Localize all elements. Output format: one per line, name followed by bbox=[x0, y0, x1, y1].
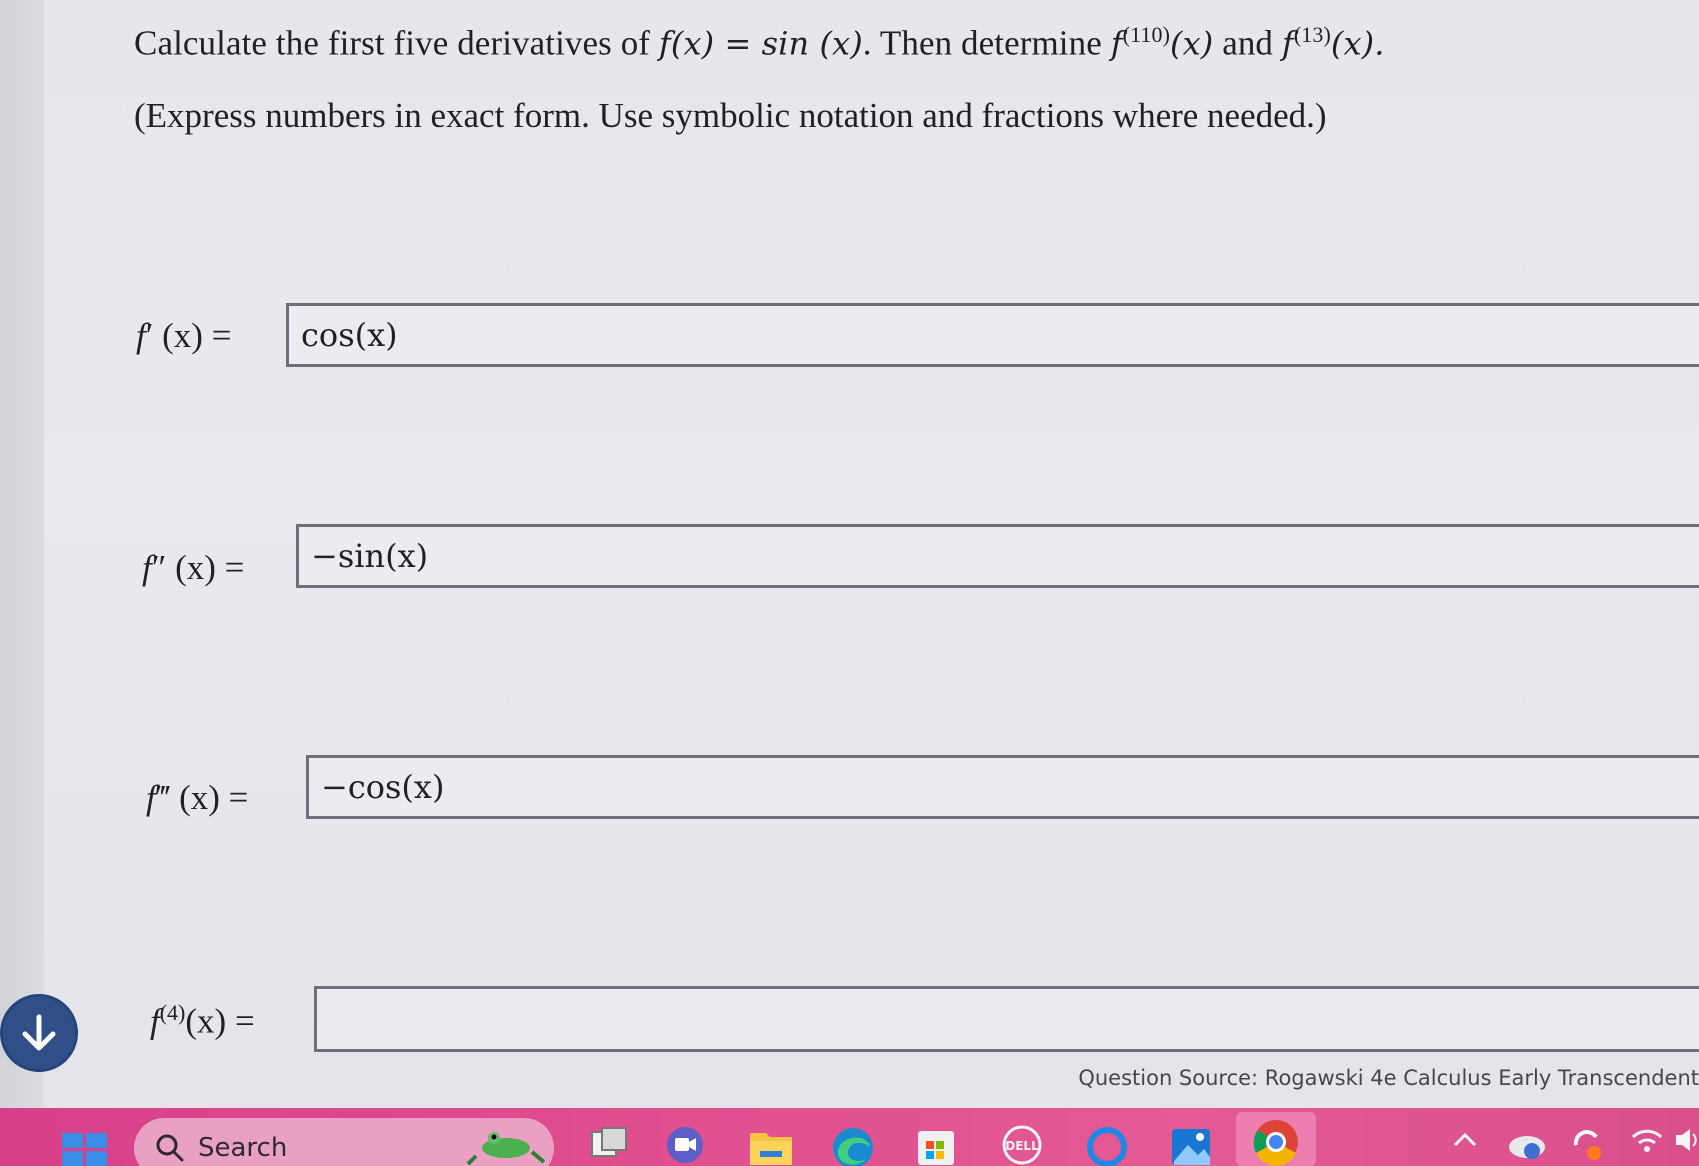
refresh-icon[interactable] bbox=[1568, 1125, 1606, 1166]
first-derivative-value: cos(x) bbox=[301, 316, 398, 354]
left-margin-strip bbox=[0, 0, 45, 1108]
search-icon bbox=[156, 1134, 184, 1162]
question-middle: . Then determine bbox=[862, 23, 1111, 63]
label-third-derivative: f‴ (x) = bbox=[146, 778, 249, 817]
file-explorer-icon[interactable] bbox=[748, 1125, 794, 1166]
label-fourth-derivative: f(4)(x) = bbox=[150, 1000, 255, 1041]
cortana-icon[interactable] bbox=[1084, 1125, 1130, 1166]
third-derivative-input[interactable]: −cos(x) bbox=[306, 755, 1699, 819]
wifi-icon[interactable] bbox=[1630, 1125, 1664, 1166]
f110-arg: (x) bbox=[1170, 24, 1214, 63]
label-first-derivative: f′ (x) = bbox=[136, 316, 232, 355]
chrome-icon bbox=[1253, 1120, 1298, 1166]
chevron-up-icon[interactable] bbox=[1450, 1125, 1480, 1166]
third-derivative-value: −cos(x) bbox=[321, 768, 445, 806]
chrome-active-tile[interactable] bbox=[1236, 1112, 1316, 1166]
frog-widget-icon bbox=[466, 1132, 546, 1166]
fourth-derivative-input[interactable] bbox=[314, 986, 1699, 1052]
dell-icon[interactable]: DELL bbox=[1000, 1125, 1044, 1166]
label-second-derivative: f″ (x) = bbox=[142, 548, 245, 587]
function-definition: f(x) = sin (x) bbox=[658, 24, 863, 63]
taskbar-search[interactable]: Search bbox=[134, 1118, 554, 1166]
photos-icon[interactable] bbox=[1170, 1125, 1212, 1166]
f110-order: (110) bbox=[1122, 22, 1171, 47]
cloud-sync-icon[interactable] bbox=[1506, 1125, 1548, 1166]
svg-text:DELL: DELL bbox=[1005, 1139, 1039, 1153]
edge-icon[interactable] bbox=[830, 1125, 876, 1166]
scroll-down-button[interactable] bbox=[0, 994, 78, 1072]
instruction-text: (Express numbers in exact form. Use symb… bbox=[134, 96, 1327, 135]
f13-base: f bbox=[1281, 24, 1294, 63]
volume-icon[interactable] bbox=[1674, 1125, 1699, 1166]
f13-arg: (x). bbox=[1330, 24, 1385, 63]
search-label: Search bbox=[198, 1133, 288, 1163]
question-source: Question Source: Rogawski 4e Calculus Ea… bbox=[1078, 1066, 1699, 1090]
second-derivative-input[interactable]: −sin(x) bbox=[296, 524, 1699, 588]
question-page: Calculate the first five derivatives of … bbox=[44, 0, 1699, 1108]
store-icon[interactable] bbox=[916, 1125, 956, 1166]
task-view-icon[interactable] bbox=[590, 1126, 628, 1166]
windows-start-icon[interactable] bbox=[62, 1133, 108, 1166]
question-and: and bbox=[1213, 23, 1282, 63]
question-text: Calculate the first five derivatives of … bbox=[134, 22, 1385, 64]
meet-camera-icon[interactable] bbox=[664, 1125, 706, 1166]
f110-base: f bbox=[1110, 24, 1123, 63]
arrow-down-icon bbox=[22, 1014, 56, 1051]
second-derivative-value: −sin(x) bbox=[311, 537, 429, 575]
question-prefix: Calculate the first five derivatives of bbox=[134, 23, 659, 63]
f13-order: (13) bbox=[1293, 22, 1331, 47]
first-derivative-input[interactable]: cos(x) bbox=[286, 303, 1699, 367]
